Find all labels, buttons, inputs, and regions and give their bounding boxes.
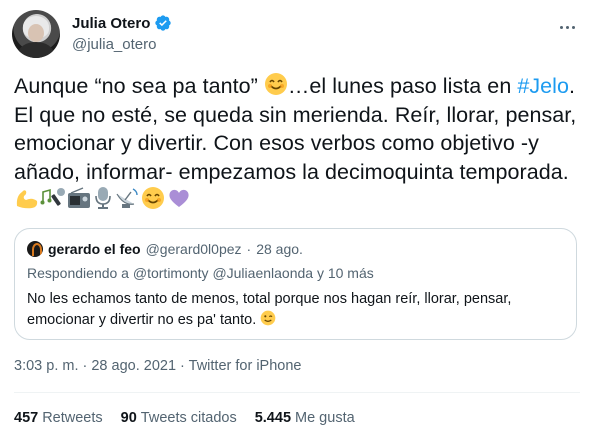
studio-microphone-icon: [95, 187, 111, 209]
quoted-author-name: gerardo el feo: [48, 241, 141, 257]
author-handle[interactable]: @julia_otero: [72, 36, 156, 53]
author-display-name[interactable]: Julia Otero: [72, 15, 150, 32]
hashtag-link[interactable]: #Jelo: [517, 74, 569, 98]
retweets-count: 457: [14, 410, 39, 426]
winking-face-icon: [260, 310, 276, 326]
smiling-face-icon: [142, 187, 164, 209]
replying-mentions: @tortimonty @Juliaenlaonda y 10 más: [132, 265, 374, 281]
quote-tweets-label: Tweets citados: [140, 410, 237, 426]
quoted-replying-to: Respondiendo a @tortimonty @Juliaenlaond…: [27, 265, 374, 281]
smiling-face-icon: [264, 73, 287, 95]
stats-divider: [14, 392, 580, 393]
likes-stat[interactable]: 5.445 Me gusta: [255, 410, 355, 426]
more-options-icon[interactable]: [556, 16, 578, 38]
author-name-row: Julia Otero: [72, 14, 172, 32]
quoted-tweet-text: No les echamos tanto de menos, total por…: [27, 289, 557, 331]
tweet-text-part: Aunque “no sea pa tanto”: [14, 74, 264, 98]
flexed-biceps-icon: [16, 190, 38, 209]
likes-count: 5.445: [254, 410, 292, 426]
radio-icon: [68, 187, 90, 208]
purple-heart-icon: [169, 189, 189, 207]
quoted-author-avatar: [27, 241, 43, 257]
quote-tweets-stat[interactable]: 90 Tweets citados: [121, 410, 237, 426]
retweets-label: Retweets: [42, 410, 103, 426]
verified-badge-icon: [155, 15, 172, 31]
tweet-body: Aunque “no sea pa tanto” …el lunes paso …: [14, 72, 580, 215]
tweet-text-part: …el lunes paso lista en: [287, 74, 518, 98]
tweet-stats: 457 Retweets 90 Tweets citados 5.445 Me …: [14, 410, 355, 426]
author-avatar[interactable]: [12, 10, 60, 58]
replying-prefix: Respondiendo a: [27, 265, 133, 281]
likes-label: Me gusta: [295, 410, 355, 426]
quoted-date: 28 ago.: [256, 241, 303, 257]
quote-tweets-count: 90: [120, 410, 137, 426]
quoted-author-handle: @gerard0l0pez: [145, 241, 242, 257]
musical-note-mic-icon: [40, 188, 65, 206]
satellite-dish-icon: [116, 188, 138, 208]
tweet-header: Julia Otero @julia_otero: [12, 10, 580, 62]
retweets-stat[interactable]: 457 Retweets: [14, 410, 103, 426]
quoted-tweet-header: gerardo el feo @gerard0l0pez · 28 ago.: [27, 241, 303, 257]
quoted-separator: ·: [246, 241, 252, 257]
quoted-tweet-card[interactable]: gerardo el feo @gerard0l0pez · 28 ago. R…: [14, 228, 577, 340]
tweet-timestamp[interactable]: 3:03 p. m. · 28 ago. 2021 · Twitter for …: [14, 358, 301, 374]
